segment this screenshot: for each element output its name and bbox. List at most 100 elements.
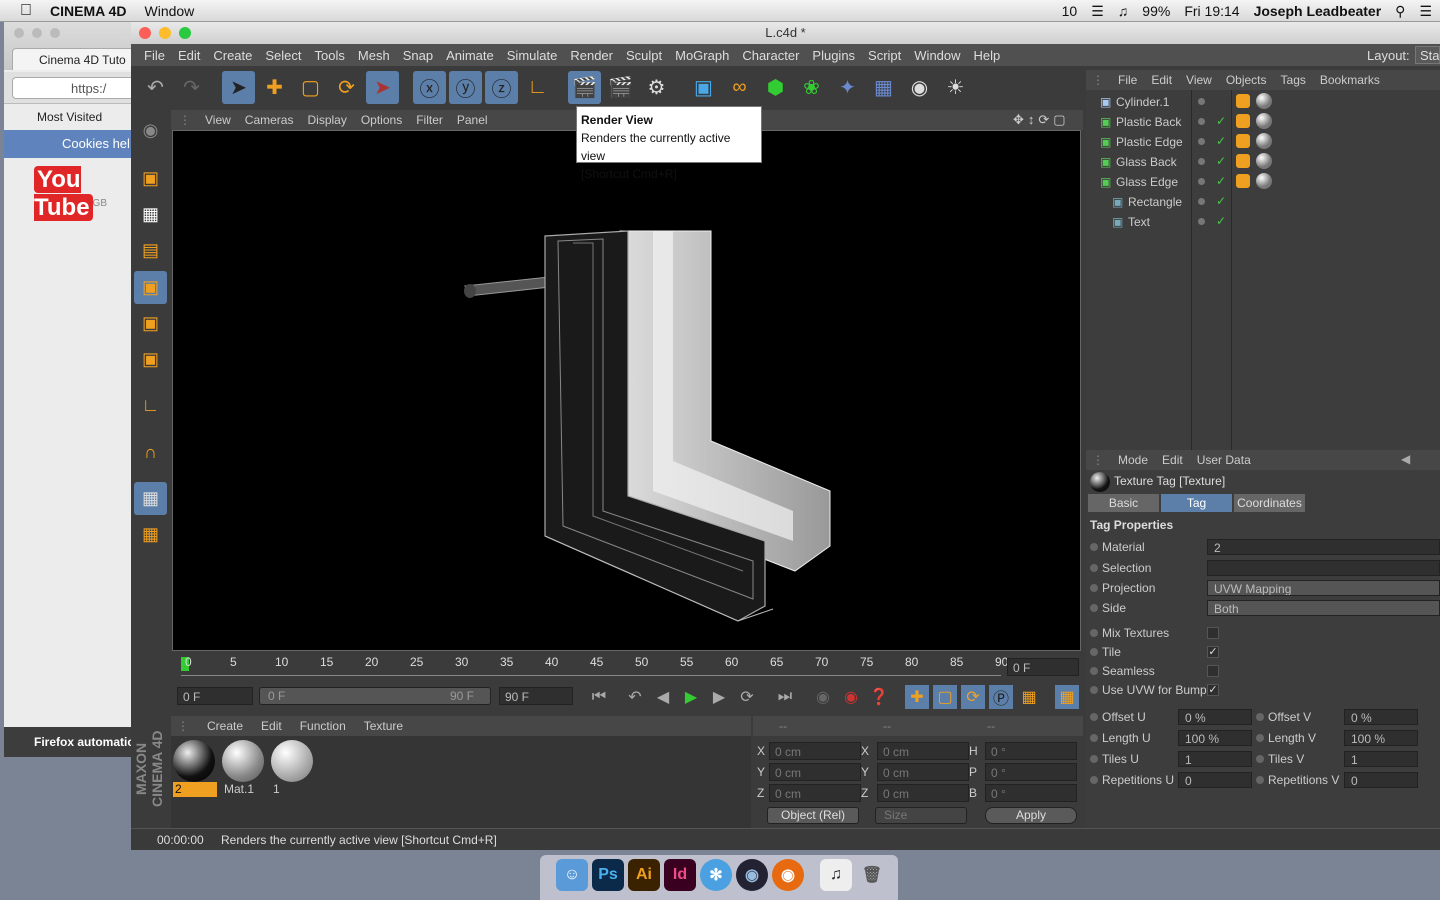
window-menu[interactable]: Window — [145, 3, 195, 19]
vp-cameras[interactable]: Cameras — [245, 113, 294, 127]
select-arrow-icon[interactable]: ➤ — [222, 71, 255, 104]
url-field[interactable]: https:/ — [12, 77, 138, 99]
visibility-dot[interactable] — [1198, 138, 1205, 145]
animate-dot[interactable] — [1090, 667, 1098, 675]
move-icon[interactable]: ✚ — [258, 71, 291, 104]
cinema4d-icon[interactable]: ◉ — [736, 859, 768, 891]
menu-character[interactable]: Character — [742, 48, 799, 63]
finder-icon[interactable]: ☺ — [556, 859, 588, 891]
recent-tool-icon[interactable]: ➤ — [366, 71, 399, 104]
timeline-ruler[interactable]: 0 5 10 15 20 25 30 35 40 45 50 55 60 65 70 75 80 85 90 0 F — [171, 652, 1083, 682]
material-tag-icon[interactable] — [1256, 113, 1272, 129]
animate-dot[interactable] — [1090, 648, 1098, 656]
floor-icon[interactable]: ▦ — [867, 71, 900, 104]
indesign-icon[interactable]: Id — [664, 859, 696, 891]
menu-file[interactable]: File — [144, 48, 165, 63]
coord-value-field[interactable]: 0 cm — [877, 784, 969, 802]
menu-window[interactable]: Window — [914, 48, 960, 63]
attr-number-field[interactable]: 0 — [1178, 772, 1252, 788]
back-arrow-icon[interactable]: ◀ — [1401, 452, 1410, 466]
key-rotation-icon[interactable]: ⟳ — [961, 685, 985, 709]
texture-mode-icon[interactable]: ▦ — [134, 198, 167, 231]
attr-checkbox[interactable] — [1207, 665, 1219, 677]
render-view-icon[interactable]: 🎬 — [568, 71, 601, 104]
vp-filter[interactable]: Filter — [416, 113, 443, 127]
browser-tab[interactable]: Cinema 4D Tuto — [12, 48, 142, 70]
make-editable-icon[interactable]: ◉ — [134, 114, 167, 147]
object-name[interactable]: Rectangle — [1128, 195, 1182, 209]
illustrator-icon[interactable]: Ai — [628, 859, 660, 891]
adobe-status[interactable]: 10 — [1062, 3, 1078, 19]
apple-icon[interactable]:  — [20, 2, 32, 20]
visibility-dot[interactable] — [1198, 98, 1205, 105]
material-swatch[interactable]: 1 — [271, 740, 315, 798]
firefox-notice-bar[interactable]: Firefox automatic — [4, 727, 138, 757]
user-name[interactable]: Joseph Leadbeater — [1254, 3, 1382, 19]
z-axis-icon[interactable]: ⓩ — [485, 71, 518, 104]
animate-dot[interactable] — [1090, 755, 1098, 763]
autokey-icon[interactable]: ◉ — [839, 685, 863, 709]
menu-sculpt[interactable]: Sculpt — [626, 48, 662, 63]
coord-value-field[interactable]: 0 ° — [985, 784, 1077, 802]
mat-edit[interactable]: Edit — [261, 719, 282, 733]
enabled-check-icon[interactable]: ✓ — [1216, 154, 1226, 168]
zoom-button[interactable] — [179, 27, 191, 39]
material-swatch[interactable]: Mat.1 — [222, 740, 266, 798]
menu-help[interactable]: Help — [974, 48, 1001, 63]
coord-size-select[interactable]: Size — [875, 807, 967, 824]
tab-tag[interactable]: Tag — [1161, 494, 1232, 512]
minimize-light[interactable] — [32, 28, 42, 38]
attr-number-field[interactable]: 100 % — [1344, 730, 1418, 746]
camera-icon[interactable]: ◉ — [903, 71, 936, 104]
magnet-icon[interactable]: ∩ — [134, 436, 167, 469]
material-tag-icon[interactable] — [1256, 173, 1272, 189]
edges-mode-icon[interactable]: ▣ — [134, 307, 167, 340]
attr-number-field[interactable]: 100 % — [1178, 730, 1252, 746]
material-tag-icon[interactable] — [1256, 133, 1272, 149]
tag-icon[interactable] — [1236, 114, 1250, 128]
visibility-dot[interactable] — [1198, 118, 1205, 125]
menu-mesh[interactable]: Mesh — [358, 48, 390, 63]
key-scale-icon[interactable]: ▢ — [933, 685, 957, 709]
prev-key-icon[interactable]: ↶ — [623, 685, 647, 709]
animate-dot[interactable] — [1090, 713, 1098, 721]
attr-field[interactable]: Both — [1207, 600, 1440, 616]
attr-checkbox[interactable] — [1207, 627, 1219, 639]
cookies-link[interactable]: Cookies hel — [4, 130, 138, 158]
animate-dot[interactable] — [1090, 776, 1098, 784]
attr-checkbox[interactable]: ✓ — [1207, 684, 1219, 696]
enabled-check-icon[interactable]: ✓ — [1216, 214, 1226, 228]
object-name[interactable]: Cylinder.1 — [1116, 95, 1169, 109]
object-row[interactable]: ▣ Rectangle ✓ — [1086, 192, 1440, 212]
youtube-logo[interactable]: You Tube GB — [34, 166, 137, 222]
obj-menu-edit[interactable]: Edit — [1151, 73, 1172, 87]
mat-create[interactable]: Create — [207, 719, 243, 733]
object-row[interactable]: ▣ Plastic Back ✓ — [1086, 112, 1440, 132]
coord-value-field[interactable]: 0 cm — [769, 742, 861, 760]
coord-value-field[interactable]: 0 cm — [877, 742, 969, 760]
app-menu[interactable]: CINEMA 4D — [50, 3, 127, 19]
animate-dot[interactable] — [1090, 564, 1098, 572]
apply-button[interactable]: Apply — [985, 807, 1077, 824]
planar-workplane-icon[interactable]: ▦ — [134, 518, 167, 551]
obj-menu-tags[interactable]: Tags — [1281, 73, 1306, 87]
workplane-icon[interactable]: ▤ — [134, 234, 167, 267]
object-name[interactable]: Plastic Back — [1116, 115, 1181, 129]
deformer-icon[interactable]: ✦ — [831, 71, 864, 104]
obj-menu-objects[interactable]: Objects — [1226, 73, 1267, 87]
coord-value-field[interactable]: 0 cm — [769, 763, 861, 781]
battery-level[interactable]: 99% — [1142, 3, 1170, 19]
zoom-light[interactable] — [50, 28, 60, 38]
object-name[interactable]: Plastic Edge — [1116, 135, 1183, 149]
tag-icon[interactable] — [1236, 94, 1250, 108]
enabled-check-icon[interactable]: ✓ — [1216, 134, 1226, 148]
prev-frame-icon[interactable]: ◀ — [651, 685, 675, 709]
animate-dot[interactable] — [1090, 629, 1098, 637]
menu-mograph[interactable]: MoGraph — [675, 48, 729, 63]
animate-dot[interactable] — [1256, 776, 1264, 784]
mat-function[interactable]: Function — [300, 719, 346, 733]
menu-simulate[interactable]: Simulate — [507, 48, 558, 63]
close-button[interactable] — [139, 27, 151, 39]
visibility-dot[interactable] — [1198, 218, 1205, 225]
coord-value-field[interactable]: 0 ° — [985, 763, 1077, 781]
